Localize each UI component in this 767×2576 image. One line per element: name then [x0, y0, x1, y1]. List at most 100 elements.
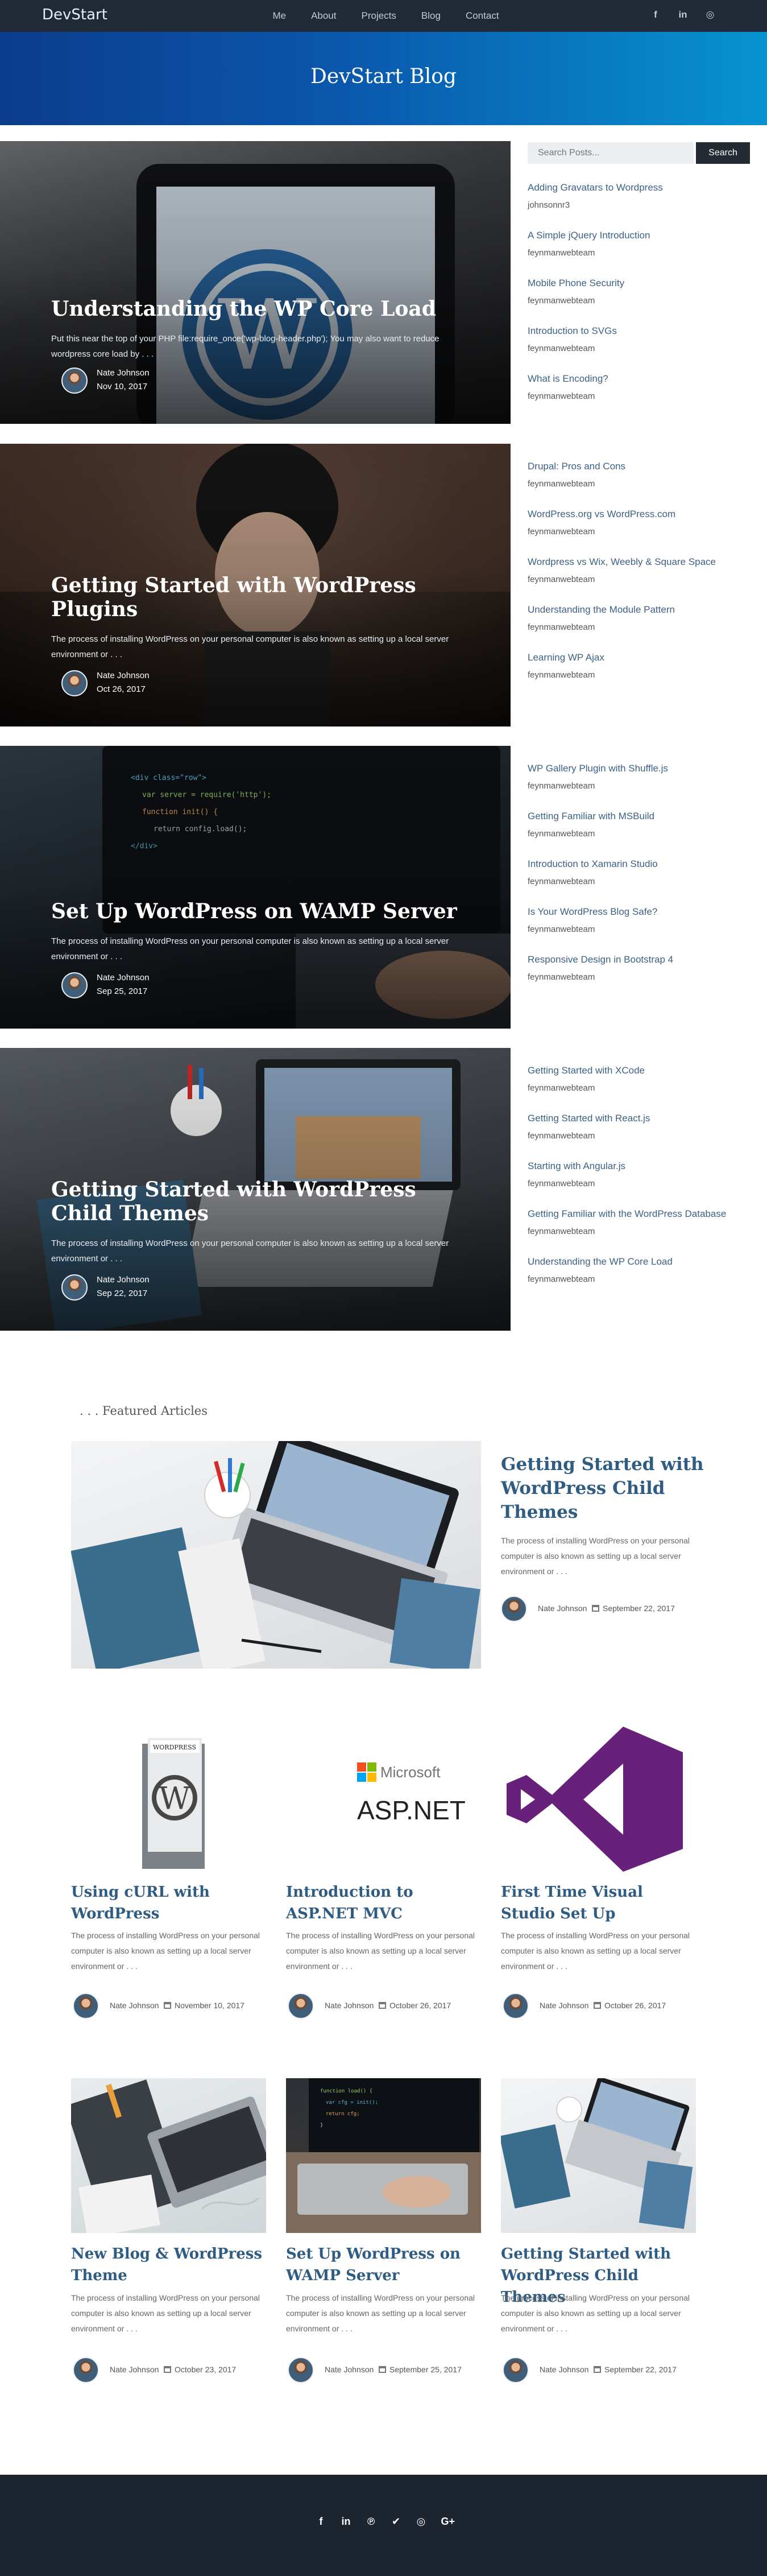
instagram-icon[interactable]: ◎ [704, 9, 716, 20]
avatar [288, 2357, 314, 2383]
nav-link-about[interactable]: About [311, 10, 336, 32]
sidebar-post-item: Starting with Angular.js feynmanwebteam [528, 1161, 625, 1188]
sidebar-post-title[interactable]: Introduction to Xamarin Studio [528, 858, 658, 870]
sidebar-post-author: feynmanwebteam [528, 1227, 595, 1236]
page-title: DevStart Blog [310, 65, 457, 88]
facebook-icon[interactable]: f [650, 9, 661, 20]
sidebar-post-item: Getting Familiar with MSBuild feynmanwebt… [528, 811, 654, 839]
sidebar-post-title[interactable]: A Simple jQuery Introduction [528, 230, 650, 241]
calendar-icon [379, 2366, 386, 2373]
sidebar-post-author: johnsonnr3 [528, 200, 570, 210]
sidebar-post-title[interactable]: Wordpress vs Wix, Weebly & Square Space [528, 556, 716, 568]
post-author: Nate Johnson [325, 2365, 374, 2374]
sidebar-post-author: feynmanwebteam [528, 1131, 595, 1141]
sidebar-post-item: WP Gallery Plugin with Shuffle.js feynman… [528, 763, 668, 791]
calendar-icon [594, 2002, 601, 2009]
post-title[interactable]: Set Up WordPress on WAMP Server [51, 899, 461, 923]
post-card[interactable]: Getting Started with WordPress Plugins T… [0, 444, 511, 726]
card-image[interactable] [501, 1721, 696, 1876]
card-title[interactable]: Set Up WordPress on WAMP Server [286, 2243, 482, 2286]
post-title[interactable]: Getting Started with WordPress Child The… [51, 1178, 461, 1225]
sidebar-post-title[interactable]: Introduction to SVGs [528, 325, 617, 337]
post-title[interactable]: Understanding the WP Core Load [51, 297, 461, 321]
sidebar-post-author: feynmanwebteam [528, 877, 595, 886]
sidebar-post-title[interactable]: Is Your WordPress Blog Safe? [528, 906, 657, 918]
sidebar-post-item: Wordpress vs Wix, Weebly & Square Space f… [528, 556, 716, 584]
featured-image[interactable] [71, 1441, 481, 1669]
sidebar-post-title[interactable]: WP Gallery Plugin with Shuffle.js [528, 763, 668, 774]
sidebar-post-title[interactable]: Mobile Phone Security [528, 278, 624, 289]
search-button[interactable]: Search [696, 142, 750, 164]
post-card[interactable]: <div class="row"> var server = require('… [0, 746, 511, 1029]
calendar-icon [164, 2366, 171, 2373]
calendar-icon [379, 2002, 386, 2009]
svg-text:var cfg = init();: var cfg = init(); [326, 2100, 378, 2106]
sidebar-post-title[interactable]: Responsive Design in Bootstrap 4 [528, 954, 673, 965]
svg-text:return cfg;: return cfg; [326, 2111, 360, 2117]
nav-social-links: f in ◎ [650, 9, 716, 20]
sidebar-post-title[interactable]: Getting Started with React.js [528, 1113, 650, 1124]
twitter-icon[interactable]: ✔ [391, 2516, 401, 2528]
nav-link-projects[interactable]: Projects [362, 10, 396, 32]
nav-link-blog[interactable]: Blog [421, 10, 441, 32]
footer: f in ℗ ✔ ◎ G+ [0, 2475, 767, 2576]
sidebar-post-author: feynmanwebteam [528, 1083, 595, 1093]
sidebar-post-title[interactable]: WordPress.org vs WordPress.com [528, 509, 675, 520]
sidebar-post-title[interactable]: What is Encoding? [528, 373, 608, 385]
post-author: Nate Johnson [540, 2365, 589, 2374]
featured-title[interactable]: Getting Started with WordPress Child The… [501, 1452, 706, 1524]
nav-link-contact[interactable]: Contact [466, 10, 499, 32]
avatar [73, 1993, 99, 2019]
post-card[interactable]: Getting Started with WordPress Child The… [0, 1048, 511, 1331]
sidebar-post-item: WordPress.org vs WordPress.com feynmanweb… [528, 509, 675, 536]
card-excerpt: The process of installing WordPress on y… [286, 2293, 475, 2333]
linkedin-icon[interactable]: in [677, 9, 689, 20]
sidebar-post-item: Mobile Phone Security feynmanwebteam [528, 278, 624, 306]
section-heading: . . . Featured Articles [80, 1404, 208, 1418]
sidebar-post-title[interactable]: Getting Started with XCode [528, 1065, 645, 1076]
card-image[interactable]: WORDPRESS W [71, 1721, 266, 1876]
facebook-icon[interactable]: f [316, 2516, 326, 2528]
card-title[interactable]: Introduction to ASP.NET MVC [286, 1881, 482, 1925]
linkedin-icon[interactable]: in [341, 2516, 351, 2528]
card-image[interactable]: function load() { var cfg = init(); retu… [286, 2078, 481, 2233]
sidebar-post-title[interactable]: Getting Familiar with the WordPress Data… [528, 1208, 726, 1220]
search-input[interactable] [528, 142, 694, 164]
google-plus-icon[interactable]: G+ [441, 2516, 455, 2528]
sidebar-post-item: Drupal: Pros and Cons feynmanwebteam [528, 461, 625, 489]
post-card[interactable]: W Understanding the WP Core Load Put thi… [0, 141, 511, 424]
post-date: October 26, 2017 [389, 2001, 451, 2010]
card-title[interactable]: First Time Visual Studio Set Up [501, 1881, 697, 1925]
card-title[interactable]: Using cURL with WordPress [71, 1881, 267, 1925]
sidebar-post-title[interactable]: Drupal: Pros and Cons [528, 461, 625, 472]
sidebar-post-item: What is Encoding? feynmanwebteam [528, 373, 608, 401]
post-date: Oct 26, 2017 [97, 684, 146, 694]
card-image[interactable] [71, 2078, 266, 2233]
post-author: Nate Johnson [110, 2365, 159, 2374]
sidebar-post-author: feynmanwebteam [528, 829, 595, 839]
sidebar-post-title[interactable]: Understanding the Module Pattern [528, 604, 675, 616]
post-excerpt: The process of installing WordPress on y… [51, 936, 449, 961]
card-image[interactable] [501, 2078, 696, 2233]
card-image[interactable]: Microsoft ASP.NET [286, 1721, 481, 1876]
avatar [503, 1993, 529, 2019]
sidebar-post-title[interactable]: Starting with Angular.js [528, 1161, 625, 1172]
post-title[interactable]: Getting Started with WordPress Plugins [51, 573, 461, 621]
sidebar-post-title[interactable]: Getting Familiar with MSBuild [528, 811, 654, 822]
avatar [503, 2357, 529, 2383]
instagram-icon[interactable]: ◎ [416, 2516, 426, 2528]
nav-link-me[interactable]: Me [272, 10, 286, 32]
svg-text:}: } [320, 2123, 323, 2128]
card-excerpt: The process of installing WordPress on y… [71, 1931, 260, 1971]
sidebar-post-title[interactable]: Understanding the WP Core Load [528, 1256, 673, 1268]
sidebar-post-author: feynmanwebteam [528, 391, 595, 401]
sidebar-post-item: Understanding the Module Pattern feynmanw… [528, 604, 675, 632]
sidebar-post-item: Getting Started with XCode feynmanwebteam [528, 1065, 645, 1093]
pinterest-icon[interactable]: ℗ [366, 2516, 376, 2528]
post-author: Nate Johnson [97, 368, 150, 378]
sidebar-post-title[interactable]: Learning WP Ajax [528, 652, 604, 663]
sidebar-post-title[interactable]: Adding Gravatars to Wordpress [528, 182, 663, 193]
sidebar-post-item: Adding Gravatars to Wordpress johnsonnr3 [528, 182, 663, 210]
card-title[interactable]: New Blog & WordPress Theme [71, 2243, 267, 2286]
post-date: October 26, 2017 [604, 2001, 666, 2010]
